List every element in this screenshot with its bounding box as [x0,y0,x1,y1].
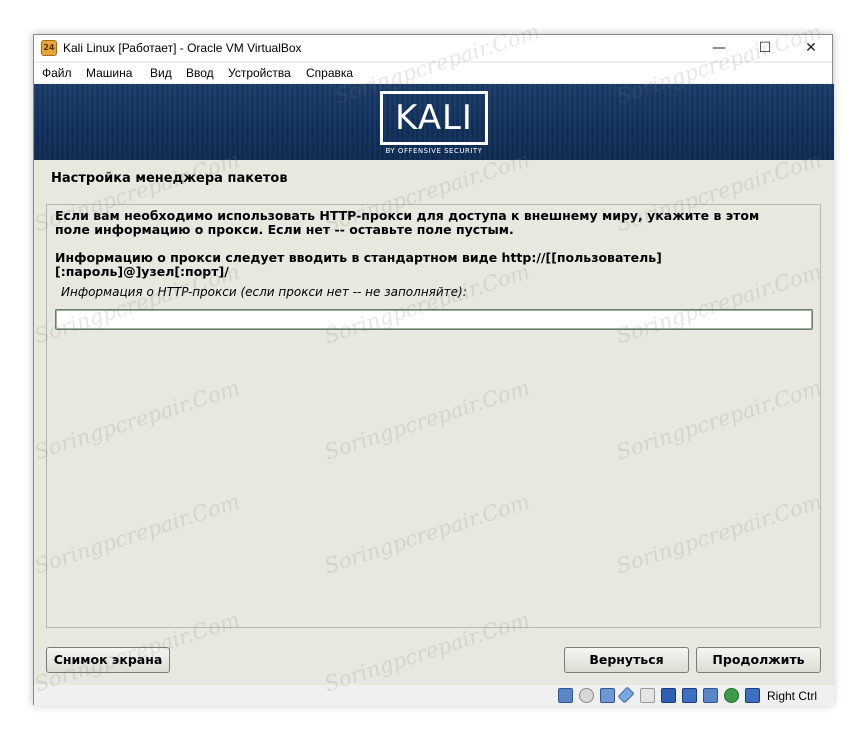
recording-icon[interactable] [682,688,697,703]
close-button[interactable]: ✕ [788,35,834,61]
keyboard-icon[interactable] [745,688,760,703]
mouse-integration-icon[interactable] [724,688,739,703]
virtualbox-icon: 24 [41,40,57,56]
cpu-icon[interactable] [703,688,718,703]
proxy-input[interactable] [55,309,813,330]
menu-input[interactable]: Ввод [186,66,214,80]
maximize-button[interactable]: ☐ [742,35,788,61]
menu-file[interactable]: Файл [42,66,72,80]
kali-banner: KALI BY OFFENSIVE SECURITY [34,84,834,160]
title-bar[interactable]: 24 Kali Linux [Работает] - Oracle VM Vir… [34,35,832,61]
menu-bar: Файл Машина Вид Ввод Устройства Справка [34,63,832,83]
minimize-button[interactable]: — [696,35,742,61]
menu-view[interactable]: Вид [150,66,172,80]
shared-folders-icon[interactable] [640,688,655,703]
back-button[interactable]: Вернуться [564,647,689,673]
status-bar: Right Ctrl [34,685,834,706]
window-title: Kali Linux [Работает] - Oracle VM Virtua… [63,41,302,55]
host-key-label: Right Ctrl [767,689,818,703]
optical-drive-icon[interactable] [579,688,594,703]
virtualbox-window: 24 Kali Linux [Работает] - Oracle VM Vir… [33,34,834,706]
network-icon[interactable] [600,688,615,703]
menu-help[interactable]: Справка [306,66,353,80]
display-icon[interactable] [661,688,676,703]
menu-devices[interactable]: Устройства [228,66,291,80]
continue-button[interactable]: Продолжить [696,647,821,673]
vm-display[interactable]: KALI BY OFFENSIVE SECURITY Настройка мен… [34,84,834,685]
menu-machine[interactable]: Машина [86,66,132,80]
kali-logo: KALI [380,91,488,145]
screenshot-button[interactable]: Снимок экрана [46,647,170,673]
hdd-icon[interactable] [558,688,573,703]
proxy-format-description: Информацию о прокси следует вводить в ст… [55,250,662,279]
kali-tagline: BY OFFENSIVE SECURITY [385,147,483,155]
page-title: Настройка менеджера пакетов [51,171,288,186]
proxy-field-label: Информация о HTTP-прокси (если прокси не… [61,285,467,299]
usb-icon[interactable] [617,686,635,704]
proxy-description: Если вам необходимо использовать HTTP-пр… [55,208,760,237]
